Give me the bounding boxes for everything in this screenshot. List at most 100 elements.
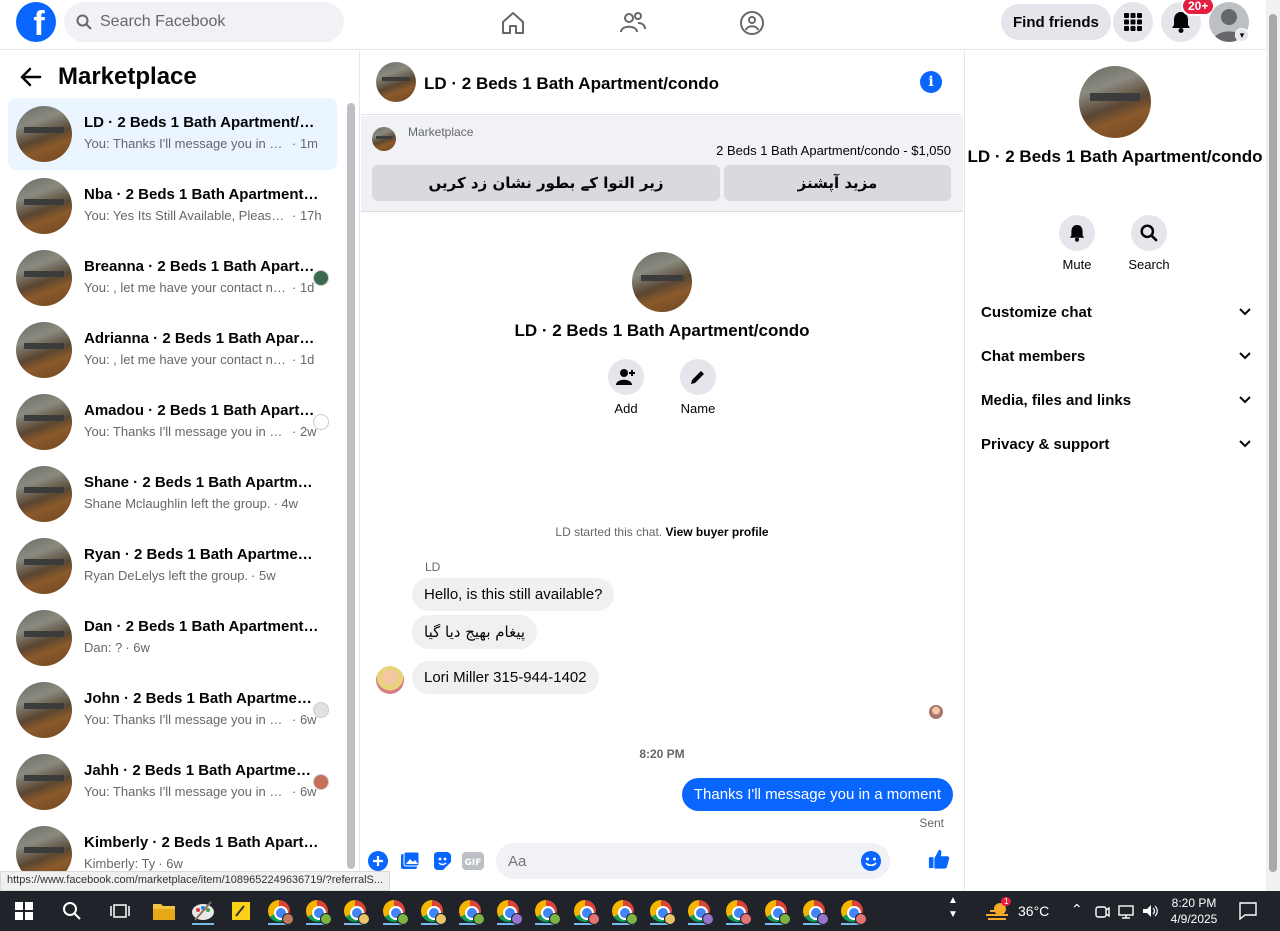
chrome-window-icon[interactable] (571, 897, 600, 925)
chevron-down-icon (1239, 352, 1251, 360)
thumbs-up-icon[interactable] (928, 848, 950, 870)
chrome-window-icon[interactable] (418, 897, 447, 925)
window-scrollbar[interactable] (1266, 0, 1280, 891)
notifications-button[interactable]: 20+ (1161, 0, 1216, 42)
chat-thread-item[interactable]: Amadou · 2 Beds 1 Bath Apartment/condo Yo… (8, 386, 337, 458)
search-conversation-button[interactable]: Search (1119, 215, 1179, 272)
chrome-window-icon[interactable] (685, 897, 715, 925)
chrome-window-icon[interactable] (380, 897, 409, 925)
weather-icon[interactable]: 1 (983, 897, 1012, 925)
thread-title: LD · 2 Beds 1 Bath Apartment/condo (84, 114, 319, 131)
home-icon[interactable] (498, 8, 528, 38)
back-arrow-icon[interactable] (20, 67, 42, 87)
chrome-window-icon[interactable] (494, 897, 524, 925)
thread-avatar (16, 466, 72, 522)
chat-thread-item[interactable]: Nba · 2 Beds 1 Bath Apartment/condo You: … (8, 170, 337, 242)
info-icon[interactable]: i (920, 71, 942, 93)
chat-thread-item[interactable]: Adrianna · 2 Beds 1 Bath Apartment/condo… (8, 314, 337, 386)
message-bubble-incoming[interactable]: Hello, is this still available? (412, 578, 615, 611)
chrome-window-icon[interactable] (838, 897, 867, 925)
mute-button[interactable]: Mute (1047, 215, 1107, 272)
chat-thread-item[interactable]: Breanna · 2 Beds 1 Bath Apartment/condo Y… (8, 242, 337, 314)
volume-icon[interactable] (1138, 897, 1162, 925)
chat-thread-item[interactable]: LD · 2 Beds 1 Bath Apartment/condo You: T… (8, 98, 337, 170)
chat-thread-item[interactable]: Ryan · 2 Beds 1 Bath Apartment/condo Ryan… (8, 530, 337, 602)
more-options-button[interactable]: مزید آپشنز (724, 165, 951, 201)
windows-taskbar: ▲ ▼ 1 36°C ⌃ 8:20 PM 4/9/2025 (0, 891, 1280, 931)
timestamp-separator: 8:20 PM (639, 747, 685, 761)
groups-icon[interactable] (737, 8, 767, 38)
thread-last-message: Ryan DeLelys left the group. (84, 568, 249, 583)
facebook-logo-icon[interactable]: f (16, 2, 56, 42)
paint-app-icon[interactable] (189, 897, 217, 925)
add-people-button[interactable]: Add (598, 359, 654, 416)
thread-title: Dan · 2 Beds 1 Bath Apartment/condo (84, 618, 319, 635)
chat-members-section[interactable]: Chat members (981, 341, 1251, 371)
tray-scroll-arrows[interactable]: ▲ ▼ (948, 894, 958, 922)
meet-now-icon[interactable] (1090, 897, 1114, 925)
conversation-avatar[interactable] (376, 62, 416, 102)
chevron-up-icon[interactable]: ⌃ (1071, 901, 1083, 918)
message-bubble-incoming[interactable]: Lori Miller 315-944-1402 (412, 661, 599, 694)
chrome-window-icon[interactable] (341, 897, 371, 925)
friends-icon[interactable] (618, 8, 648, 38)
chrome-window-icon[interactable] (647, 897, 676, 925)
chrome-window-icon[interactable] (456, 897, 485, 925)
message-input[interactable] (508, 852, 848, 870)
search-input[interactable] (100, 13, 320, 31)
network-icon[interactable] (1114, 897, 1138, 925)
menu-grid-icon[interactable] (1113, 2, 1153, 42)
message-input-box[interactable] (496, 843, 890, 879)
listing-title-price[interactable]: 2 Beds 1 Bath Apartment/condo - $1,050 (716, 143, 951, 158)
name-label: Name (680, 401, 716, 416)
add-label: Add (614, 401, 638, 416)
find-friends-button[interactable]: Find friends (1001, 4, 1111, 40)
details-avatar[interactable] (1079, 66, 1151, 138)
plus-circle-icon[interactable] (367, 850, 389, 872)
chat-thread-item[interactable]: Jahh · 2 Beds 1 Bath Apartment/condo You:… (8, 746, 337, 818)
chat-list-scrollbar[interactable] (347, 103, 355, 869)
mute-label: Mute (1062, 257, 1092, 272)
mark-pending-button[interactable]: زیر التوا کے بطور نشان زد کریں (372, 165, 720, 201)
view-buyer-profile-link[interactable]: View buyer profile (665, 525, 768, 539)
privacy-support-section[interactable]: Privacy & support (981, 429, 1251, 459)
chevron-down-icon[interactable]: ▾ (1235, 28, 1249, 42)
windows-start-icon[interactable] (10, 897, 38, 925)
media-files-links-section[interactable]: Media, files and links (981, 385, 1251, 415)
thread-preview: You: Thanks I'll message you in a moment… (84, 712, 324, 727)
listing-thumbnail[interactable] (372, 127, 396, 151)
chat-thread-item[interactable]: Shane · 2 Beds 1 Bath Apartment/condo Sha… (8, 458, 337, 530)
gif-icon[interactable]: GIF (462, 850, 484, 872)
chrome-window-icon[interactable] (762, 897, 791, 925)
name-chat-button[interactable]: Name (670, 359, 726, 416)
file-explorer-icon[interactable] (150, 897, 178, 925)
thread-time: · 2w (292, 424, 317, 439)
clock[interactable]: 8:20 PM 4/9/2025 (1168, 895, 1220, 927)
chrome-window-icon[interactable] (532, 897, 562, 925)
message-bubble-outgoing[interactable]: Thanks I'll message you in a moment (681, 778, 953, 811)
chrome-window-icon[interactable] (800, 897, 829, 925)
task-view-icon[interactable] (106, 897, 134, 925)
conversation-title[interactable]: LD · 2 Beds 1 Bath Apartment/condo (424, 74, 719, 94)
search-icon[interactable] (58, 897, 86, 925)
message-bubble-incoming[interactable]: پیغام بھیج دیا گیا (412, 615, 538, 649)
chat-thread-item[interactable]: Dan · 2 Beds 1 Bath Apartment/condo Dan: … (8, 602, 337, 674)
sticky-notes-icon[interactable] (227, 897, 255, 925)
search-icon (1140, 224, 1158, 242)
customize-chat-section[interactable]: Customize chat (981, 297, 1251, 327)
sticker-icon[interactable] (431, 850, 453, 872)
chrome-window-icon[interactable] (265, 897, 294, 925)
thread-time: · 6w (125, 640, 150, 655)
search-box[interactable] (64, 2, 344, 42)
emoji-icon[interactable] (860, 850, 882, 872)
chrome-window-icon[interactable] (609, 897, 638, 925)
thread-last-message: Kimberly: Ty (84, 856, 156, 871)
sender-avatar[interactable] (376, 666, 404, 694)
notification-center-icon[interactable] (1234, 897, 1262, 925)
top-navigation-bar: f Find friends 20+ ▾ (0, 0, 1266, 50)
photo-icon[interactable] (399, 850, 421, 872)
chrome-window-icon[interactable] (723, 897, 753, 925)
temperature[interactable]: 36°C (1018, 903, 1049, 919)
chat-thread-item[interactable]: John · 2 Beds 1 Bath Apartment/condo You:… (8, 674, 337, 746)
chrome-window-icon[interactable] (303, 897, 333, 925)
